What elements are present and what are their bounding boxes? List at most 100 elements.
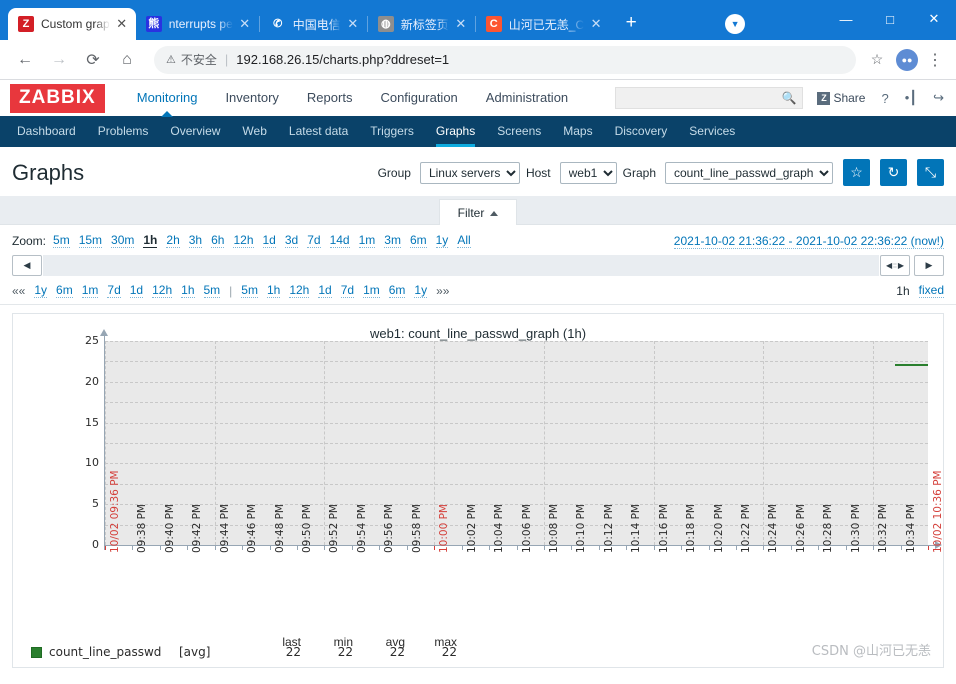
zoom-3h[interactable]: 3h xyxy=(188,233,203,248)
nav-back-1d[interactable]: 1d xyxy=(129,283,144,298)
nav-back-6m[interactable]: 6m xyxy=(56,283,73,298)
nav-fwd-6m[interactable]: 6m xyxy=(388,283,406,298)
nav-back-1m[interactable]: 1m xyxy=(81,283,99,298)
subnav-dashboard[interactable]: Dashboard xyxy=(6,116,87,147)
home-icon[interactable]: ⌂ xyxy=(112,45,142,75)
zoom-all[interactable]: All xyxy=(457,233,471,248)
subnav-discovery[interactable]: Discovery xyxy=(604,116,679,147)
subnav-web[interactable]: Web xyxy=(231,116,277,147)
slider-left-button[interactable]: ◀ xyxy=(12,255,42,276)
x-tick-mark xyxy=(654,546,655,550)
zoom-3d[interactable]: 3d xyxy=(284,233,299,248)
zoom-3m[interactable]: 3m xyxy=(384,233,401,248)
favorite-star-icon[interactable]: ☆ xyxy=(843,159,870,186)
zoom-12h[interactable]: 12h xyxy=(233,233,254,248)
browser-tab-2[interactable]: ✆ 中国电信 ✕ xyxy=(260,8,367,40)
maximize-button[interactable]: □ xyxy=(868,6,912,32)
nav-last[interactable]: »» xyxy=(436,284,449,298)
zabbix-logo[interactable]: ZABBIX xyxy=(10,83,105,113)
subnav-graphs[interactable]: Graphs xyxy=(425,116,486,147)
nav-reports[interactable]: Reports xyxy=(293,80,367,116)
nav-back-12h[interactable]: 12h xyxy=(152,283,173,298)
group-label: Group xyxy=(377,165,411,180)
nav-configuration[interactable]: Configuration xyxy=(366,80,471,116)
x-tick-label: 09:46 PM xyxy=(246,504,258,553)
graph-select[interactable]: count_line_passwd_graph xyxy=(665,161,833,184)
close-icon[interactable]: ✕ xyxy=(114,16,130,32)
browser-tab-1[interactable]: 熊 nterrupts pe ✕ xyxy=(136,8,259,40)
subnav-screens[interactable]: Screens xyxy=(486,116,552,147)
zoom-6m[interactable]: 6m xyxy=(409,233,427,248)
close-icon[interactable]: ✕ xyxy=(345,16,361,32)
back-icon[interactable]: ← xyxy=(10,45,40,75)
search-icon[interactable]: 🔍 xyxy=(781,91,796,105)
nav-back-1y[interactable]: 1y xyxy=(34,283,48,298)
nav-administration[interactable]: Administration xyxy=(472,80,582,116)
zoom-1d[interactable]: 1d xyxy=(262,233,276,248)
nav-back-7d[interactable]: 7d xyxy=(107,283,121,298)
help-icon[interactable]: ? xyxy=(881,91,888,106)
kiosk-mode-icon[interactable]: ⤡ xyxy=(917,159,944,186)
browser-tab-0[interactable]: Z Custom grap ✕ xyxy=(8,8,136,40)
subnav-problems[interactable]: Problems xyxy=(87,116,160,147)
subnav-triggers[interactable]: Triggers xyxy=(359,116,425,147)
new-tab-button[interactable]: + xyxy=(616,8,646,38)
zoom-1y[interactable]: 1y xyxy=(435,233,449,248)
browser-menu-icon[interactable]: ⋮ xyxy=(924,50,946,70)
zoom-5m[interactable]: 5m xyxy=(53,233,70,248)
nav-fwd-12h[interactable]: 12h xyxy=(289,283,310,298)
zoom-30m[interactable]: 30m xyxy=(111,233,135,248)
nav-fwd-1h[interactable]: 1h xyxy=(266,283,281,298)
refresh-icon[interactable]: ↻ xyxy=(880,159,907,186)
browser-tab-3[interactable]: ◍ 新标签页 ✕ xyxy=(368,8,475,40)
zoom-7d[interactable]: 7d xyxy=(307,233,321,248)
zoom-6h[interactable]: 6h xyxy=(211,233,225,248)
nav-back-1h[interactable]: 1h xyxy=(181,283,195,298)
filter-tab[interactable]: Filter xyxy=(438,199,518,225)
nav-inventory[interactable]: Inventory xyxy=(211,80,292,116)
slider-track[interactable] xyxy=(43,255,879,276)
user-settings-icon[interactable]: •┃ xyxy=(905,90,917,106)
nav-back-5m[interactable]: 5m xyxy=(203,283,221,298)
zoom-2h[interactable]: 2h xyxy=(166,233,180,248)
subnav-maps[interactable]: Maps xyxy=(552,116,603,147)
avatar[interactable]: ●● xyxy=(896,48,918,71)
close-icon[interactable]: ✕ xyxy=(588,16,604,32)
bookmark-star-icon[interactable]: ☆ xyxy=(864,51,890,68)
nav-first[interactable]: «« xyxy=(12,284,25,298)
slider-right-button[interactable]: ▶ xyxy=(914,255,944,276)
nav-fwd-7d[interactable]: 7d xyxy=(340,283,355,298)
signout-icon[interactable]: ↪ xyxy=(933,90,944,106)
time-range-text[interactable]: 2021-10-02 21:36:22 - 2021-10-02 22:36:2… xyxy=(673,233,944,249)
forward-icon[interactable]: → xyxy=(44,45,74,75)
slider-handle[interactable]: ◀ ∶∶ ▶ xyxy=(880,255,910,276)
close-icon[interactable]: ✕ xyxy=(453,16,469,32)
subnav-services[interactable]: Services xyxy=(678,116,746,147)
global-search[interactable]: 🔍 xyxy=(615,87,804,109)
close-icon[interactable]: ✕ xyxy=(237,16,253,32)
host-select[interactable]: web1 xyxy=(559,161,617,184)
tab-search-icon[interactable]: ▼ xyxy=(725,14,746,34)
group-select[interactable]: Linux servers xyxy=(419,161,520,184)
nav-monitoring[interactable]: Monitoring xyxy=(123,80,212,116)
address-bar[interactable]: ⚠ 不安全 | 192.168.26.15/charts.php?ddreset… xyxy=(154,45,856,74)
subnav-latest-data[interactable]: Latest data xyxy=(278,116,359,147)
reload-icon[interactable]: ⟳ xyxy=(78,45,108,75)
window-close-button[interactable]: ✕ xyxy=(912,6,956,32)
minimize-button[interactable]: — xyxy=(824,6,868,32)
fixed-toggle[interactable]: fixed xyxy=(918,283,944,298)
browser-tab-4[interactable]: C 山河已无恙_C ✕ xyxy=(476,8,610,40)
zoom-1m[interactable]: 1m xyxy=(358,233,376,248)
x-tick-mark xyxy=(763,546,764,550)
nav-fwd-1m[interactable]: 1m xyxy=(363,283,380,298)
subnav-overview[interactable]: Overview xyxy=(159,116,231,147)
zoom-15m[interactable]: 15m xyxy=(78,233,103,248)
search-input[interactable] xyxy=(622,90,782,106)
nav-fwd-1y[interactable]: 1y xyxy=(414,283,428,298)
nav-fwd-1d[interactable]: 1d xyxy=(318,283,332,298)
share-button[interactable]: Z Share xyxy=(817,91,865,105)
zoom-1h[interactable]: 1h xyxy=(143,233,158,248)
security-status[interactable]: ⚠ 不安全 xyxy=(166,51,217,68)
zoom-14d[interactable]: 14d xyxy=(329,233,350,248)
nav-fwd-5m[interactable]: 5m xyxy=(241,283,258,298)
